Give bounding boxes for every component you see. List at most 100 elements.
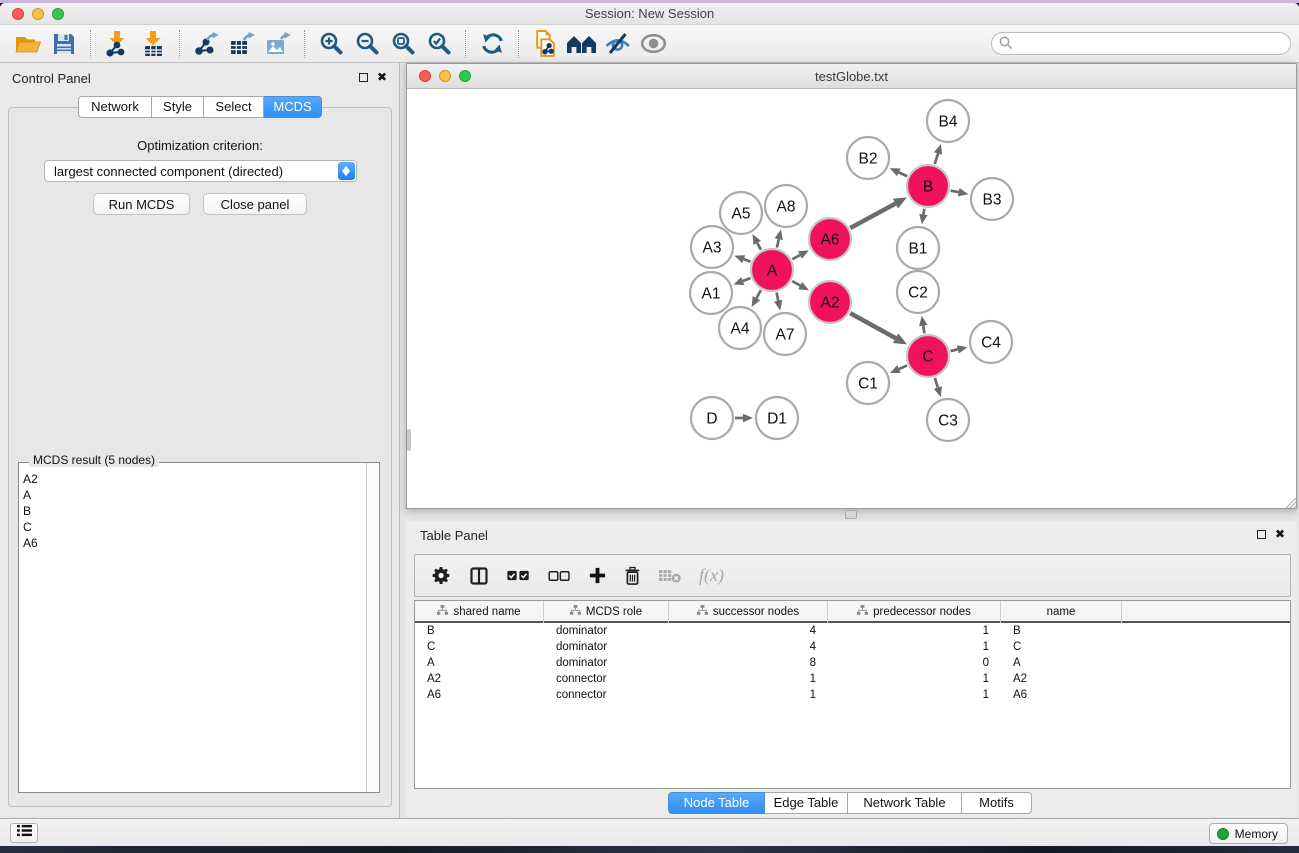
graph-node-A6[interactable]: A6 bbox=[809, 218, 851, 260]
deselect-all-button[interactable] bbox=[548, 570, 571, 582]
graph-edge-B-B1[interactable] bbox=[923, 209, 924, 215]
mcds-result-item[interactable]: A bbox=[23, 487, 38, 503]
mcds-result-item[interactable]: B bbox=[23, 503, 38, 519]
graph-edge-B-B3[interactable] bbox=[951, 191, 959, 193]
graph-edge-A-A6[interactable] bbox=[792, 255, 800, 259]
graph-node-A3[interactable]: A3 bbox=[691, 226, 733, 268]
control-tab-network[interactable]: Network bbox=[78, 96, 152, 118]
graph-node-A2[interactable]: A2 bbox=[809, 281, 851, 323]
graph-edge-C-C1[interactable] bbox=[899, 365, 907, 369]
close-panel-icon[interactable]: ✖ bbox=[377, 72, 387, 82]
graph-node-A5[interactable]: A5 bbox=[720, 192, 762, 234]
zoom-out-button[interactable] bbox=[349, 28, 385, 60]
mcds-result-item[interactable]: C bbox=[23, 519, 38, 535]
table-settings-button[interactable] bbox=[431, 565, 452, 586]
graph-edge-B-B2[interactable] bbox=[899, 172, 907, 176]
export-image-button[interactable] bbox=[260, 28, 296, 60]
mcds-result-item[interactable]: A2 bbox=[23, 471, 38, 487]
export-network-button[interactable] bbox=[188, 28, 224, 60]
save-session-button[interactable] bbox=[46, 28, 82, 60]
graph-node-D[interactable]: D bbox=[691, 397, 733, 439]
graph-edge-C-C4[interactable] bbox=[950, 349, 957, 351]
close-panel-button[interactable]: Close panel bbox=[203, 193, 307, 215]
graph-node-B4[interactable]: B4 bbox=[927, 100, 969, 142]
column-header-shared-name[interactable]: shared name bbox=[415, 601, 544, 623]
clone-network-button[interactable] bbox=[527, 28, 563, 60]
column-header-name[interactable]: name bbox=[1001, 601, 1122, 623]
graph-edge-B-B4[interactable] bbox=[935, 153, 938, 164]
export-table-button[interactable] bbox=[224, 28, 260, 60]
column-header-MCDS-role[interactable]: MCDS role bbox=[544, 601, 669, 623]
delete-column-button[interactable] bbox=[624, 566, 641, 586]
graph-edge-C-C2[interactable] bbox=[923, 326, 924, 334]
home-button[interactable] bbox=[563, 28, 599, 60]
import-table-button[interactable] bbox=[135, 28, 171, 60]
hide-selected-button[interactable] bbox=[599, 28, 635, 60]
graph-node-C[interactable]: C bbox=[907, 335, 949, 377]
graph-edge-A6-B[interactable] bbox=[850, 204, 895, 228]
add-column-button[interactable] bbox=[588, 566, 607, 585]
graph-edge-A-A8[interactable] bbox=[777, 239, 779, 247]
zoom-in-button[interactable] bbox=[313, 28, 349, 60]
graph-edge-C-C3[interactable] bbox=[935, 378, 938, 388]
graph-node-B3[interactable]: B3 bbox=[971, 178, 1013, 220]
graph-node-B2[interactable]: B2 bbox=[847, 137, 889, 179]
import-network-button[interactable] bbox=[99, 28, 135, 60]
control-tab-select[interactable]: Select bbox=[204, 96, 264, 118]
zoom-fit-button[interactable] bbox=[385, 28, 421, 60]
network-canvas[interactable]: B4B2BB3A8A5A6A3B1AA1C2A2A4A7C4CC1C3DD1 bbox=[407, 89, 1296, 508]
table-row[interactable]: Cdominator41C bbox=[415, 639, 1290, 655]
table-row[interactable]: A2connector11A2 bbox=[415, 671, 1290, 687]
float-table-panel-icon[interactable] bbox=[1257, 530, 1266, 539]
show-all-button[interactable] bbox=[635, 28, 671, 60]
graph-node-A1[interactable]: A1 bbox=[690, 272, 732, 314]
graph-node-C4[interactable]: C4 bbox=[970, 321, 1012, 363]
column-header-successor-nodes[interactable]: successor nodes bbox=[669, 601, 828, 623]
table-tab-network-table[interactable]: Network Table bbox=[848, 792, 962, 814]
table-tab-node-table[interactable]: Node Table bbox=[668, 792, 765, 814]
split-divider-handle[interactable] bbox=[845, 510, 857, 519]
graph-edge-A2-C[interactable] bbox=[850, 313, 895, 338]
close-table-panel-icon[interactable]: ✖ bbox=[1275, 529, 1285, 539]
float-panel-icon[interactable] bbox=[359, 73, 368, 82]
column-header-predecessor-nodes[interactable]: predecessor nodes bbox=[828, 601, 1001, 623]
graph-edge-A-A2[interactable] bbox=[792, 281, 800, 285]
graph-node-B[interactable]: B bbox=[907, 165, 949, 207]
graph-edge-A-A1[interactable] bbox=[743, 278, 751, 281]
refresh-view-button[interactable] bbox=[474, 28, 510, 60]
table-row[interactable]: Bdominator41B bbox=[415, 623, 1290, 639]
select-all-button[interactable] bbox=[506, 569, 531, 582]
graph-edge-A-A4[interactable] bbox=[756, 290, 760, 298]
window-resize-grip[interactable] bbox=[1283, 495, 1296, 508]
zoom-selected-button[interactable] bbox=[421, 28, 457, 60]
control-tab-style[interactable]: Style bbox=[152, 96, 204, 118]
mcds-result-item[interactable]: A6 bbox=[23, 535, 38, 551]
criterion-select[interactable]: largest connected component (directed) bbox=[44, 160, 357, 182]
graph-node-D1[interactable]: D1 bbox=[756, 397, 798, 439]
task-history-button[interactable] bbox=[10, 823, 38, 843]
table-row[interactable]: A6connector11A6 bbox=[415, 687, 1290, 703]
graph-node-C2[interactable]: C2 bbox=[897, 271, 939, 313]
graph-node-A8[interactable]: A8 bbox=[765, 185, 807, 227]
graph-node-A4[interactable]: A4 bbox=[719, 307, 761, 349]
result-scrollbar[interactable] bbox=[366, 463, 379, 792]
graph-edge-A-A7[interactable] bbox=[777, 293, 779, 301]
graph-node-C1[interactable]: C1 bbox=[847, 362, 889, 404]
open-session-button[interactable] bbox=[10, 28, 46, 60]
table-row[interactable]: Adominator80A bbox=[415, 655, 1290, 671]
memory-button[interactable]: Memory bbox=[1209, 823, 1288, 844]
network-graph[interactable]: B4B2BB3A8A5A6A3B1AA1C2A2A4A7C4CC1C3DD1 bbox=[407, 89, 1296, 508]
graph-node-A[interactable]: A bbox=[751, 249, 793, 291]
graph-edge-A-A3[interactable] bbox=[744, 259, 751, 262]
delete-table-button[interactable] bbox=[658, 567, 682, 584]
control-tab-mcds[interactable]: MCDS bbox=[264, 96, 322, 118]
table-tab-motifs[interactable]: Motifs bbox=[962, 792, 1032, 814]
graph-node-A7[interactable]: A7 bbox=[764, 313, 806, 355]
graph-edge-A-A5[interactable] bbox=[757, 243, 761, 250]
function-builder-button[interactable]: f(x) bbox=[699, 565, 724, 586]
show-columns-button[interactable] bbox=[469, 566, 489, 586]
canvas-vscroll-thumb[interactable] bbox=[407, 429, 411, 451]
table-tab-edge-table[interactable]: Edge Table bbox=[765, 792, 848, 814]
run-mcds-button[interactable]: Run MCDS bbox=[93, 193, 190, 215]
graph-node-C3[interactable]: C3 bbox=[927, 399, 969, 441]
